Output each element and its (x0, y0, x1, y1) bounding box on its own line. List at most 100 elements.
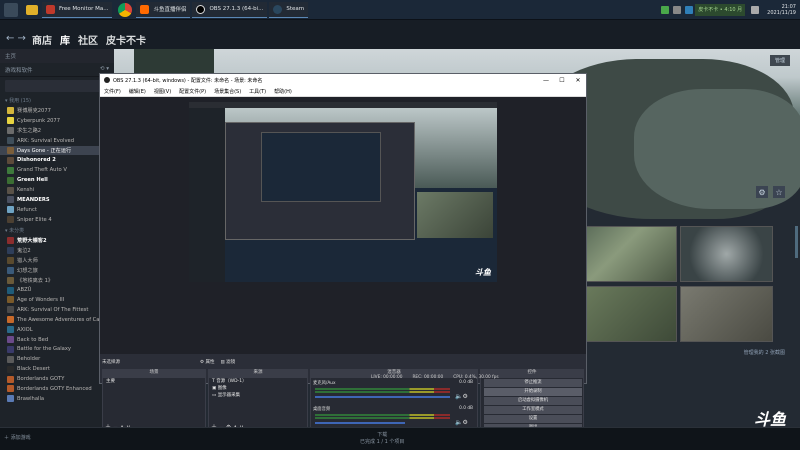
settings-button[interactable]: 设置 (484, 415, 582, 423)
game-name: ARK: Survival Of The Fittest (17, 306, 89, 313)
clock[interactable]: 21:07 2021/11/19 (767, 4, 796, 16)
obs-preview[interactable]: 斗鱼 (100, 97, 586, 354)
library-game-item[interactable]: ARK: Survival Of The Fittest (0, 305, 114, 315)
taskbar-app-douyu[interactable]: 斗鱼直播伴侣 (136, 1, 191, 18)
close-icon[interactable]: ✕ (570, 77, 586, 84)
library-game-item[interactable]: Brawlhalla (0, 394, 114, 404)
taskbar-app-steam[interactable]: Steam (269, 1, 309, 18)
collection-header-uncategorized[interactable]: ▾ 未分类 (0, 225, 114, 236)
add-game-button[interactable]: ＋ 添加游戏 (4, 434, 31, 441)
speaker-icon[interactable]: 🔈⚙ (455, 393, 468, 400)
game-thumb-icon (7, 316, 14, 324)
volume-icon[interactable] (751, 5, 760, 14)
library-game-item[interactable]: Battle for the Galaxy (0, 344, 114, 354)
chrome-icon[interactable] (118, 2, 133, 17)
volume-fader[interactable] (315, 422, 405, 424)
taskbar-app-monitor[interactable]: Free Monitor Ma... (42, 1, 113, 18)
taskbar-app-obs[interactable]: OBS 27.1.3 (64-bi... (192, 1, 268, 18)
library-game-item[interactable]: Cyberpunk 2077 (0, 116, 114, 126)
nav-library[interactable]: 库 (60, 32, 70, 47)
menu-tools[interactable]: 工具(T) (249, 88, 266, 95)
downloads-status[interactable]: 下载 已完成 1 / 1 个项目 (360, 431, 404, 445)
scene-item[interactable]: 主要 (103, 378, 205, 385)
virtual-camera-button[interactable]: 启动虚拟摄像机 (484, 397, 582, 405)
library-game-item[interactable]: Green Hell (0, 175, 114, 185)
nav-store[interactable]: 商店 (32, 32, 52, 47)
source-item[interactable]: ▭ 显示器采集 (209, 392, 307, 399)
menu-file[interactable]: 文件(F) (104, 88, 121, 95)
library-game-item[interactable]: 幻想之旅 (0, 265, 114, 275)
tray-green-icon[interactable] (661, 5, 670, 14)
library-game-item[interactable]: ABZÛ (0, 285, 114, 295)
library-game-item[interactable]: Black Desert (0, 364, 114, 374)
library-game-item[interactable]: ARK: Survival Evolved (0, 136, 114, 146)
library-game-item[interactable]: Borderlands GOTY (0, 374, 114, 384)
library-game-item[interactable]: Sniper Elite 4 (0, 215, 114, 225)
start-recording-button[interactable]: 开始录制 (484, 388, 582, 396)
settings-gear-icon[interactable]: ⚙ (756, 186, 768, 198)
game-thumb-icon (7, 306, 14, 314)
library-game-item[interactable]: 赛博朋克2077 (0, 106, 114, 116)
library-game-item[interactable]: Back to Bed (0, 335, 114, 345)
studio-mode-button[interactable]: 工作室模式 (484, 406, 582, 414)
source-item[interactable]: T 音源（WD-1） (209, 378, 307, 385)
minimize-icon[interactable]: — (538, 77, 554, 84)
library-filter[interactable]: 游戏和软件 ⟲ ▾ (0, 63, 114, 77)
tray-icon[interactable] (673, 5, 682, 14)
nav-community[interactable]: 社区 (78, 32, 98, 47)
nav-arrows[interactable]: ← → (6, 33, 26, 44)
volume-meter (315, 388, 450, 390)
menu-edit[interactable]: 编辑(E) (129, 88, 146, 95)
library-game-item[interactable]: Dishonored 2 (0, 155, 114, 165)
library-game-item[interactable]: AXIOL (0, 325, 114, 335)
favorite-star-icon[interactable]: ☆ (773, 186, 785, 198)
properties-button[interactable]: ⚙ 属性 (200, 359, 214, 365)
folder-icon[interactable] (26, 4, 38, 15)
screenshot-thumb[interactable] (680, 226, 773, 282)
status-live: LIVE: 00:00:00 (371, 374, 403, 380)
manage-button[interactable]: 管理 (770, 55, 791, 66)
library-game-item[interactable]: 荒野大镖客2 (0, 236, 114, 246)
screenshot-thumb[interactable] (584, 226, 677, 282)
steam-friends-mini[interactable]: 皮卡不卡 • 4:10 月 (695, 3, 746, 16)
library-game-item[interactable]: Beholder (0, 354, 114, 364)
tray-icon[interactable] (685, 5, 694, 14)
library-game-item[interactable]: Age of Wonders III (0, 295, 114, 305)
library-game-item[interactable]: Days Gone - 正在运行 (0, 145, 114, 156)
screenshot-thumb[interactable] (584, 286, 677, 342)
start-icon[interactable] (4, 2, 18, 17)
library-game-item[interactable]: The Awesome Adventures of Ca... (0, 315, 114, 325)
screenshots-manage-link[interactable]: 管理我的 2 张截图 (744, 349, 785, 356)
scrollbar[interactable] (795, 226, 798, 258)
filters-button[interactable]: ▥ 滤镜 (220, 359, 235, 365)
library-game-item[interactable]: 猎人大师 (0, 255, 114, 265)
library-search-input[interactable] (5, 80, 109, 92)
menu-profile[interactable]: 配置文件(P) (179, 88, 206, 95)
library-game-item[interactable]: 求生之路2 (0, 126, 114, 136)
library-game-item[interactable]: MEANDERS (0, 195, 114, 205)
library-game-item[interactable]: 鬼泣2 (0, 246, 114, 256)
volume-fader[interactable] (315, 396, 450, 398)
speaker-icon[interactable]: 🔈⚙ (455, 419, 468, 426)
screenshot-thumb[interactable] (680, 286, 773, 342)
source-label: 音源（WD-1） (216, 379, 247, 384)
obs-titlebar[interactable]: OBS 27.1.3 (64-bit, windows) - 配置文件: 未命名… (100, 74, 586, 86)
menu-scene-collection[interactable]: 场景集合(S) (214, 88, 241, 95)
library-game-item[interactable]: Refunct (0, 205, 114, 215)
downloads-subtitle: 已完成 1 / 1 个项目 (360, 439, 405, 445)
library-home[interactable]: 主页 (0, 49, 114, 63)
nav-profile[interactable]: 皮卡不卡 (106, 32, 146, 47)
collection-header-favorites[interactable]: ▾ 我用 (15) (0, 95, 114, 106)
audio-mixer-panel: 麦克风/Aux 0.0 dB 🔈⚙ 桌面音频 0.0 dB 🔈⚙ (310, 377, 478, 433)
game-thumb-icon (7, 266, 14, 274)
menu-view[interactable]: 视图(V) (154, 88, 171, 95)
library-game-item[interactable]: 《地铁离去 1》 (0, 275, 114, 285)
library-game-item[interactable]: Kenshi (0, 185, 114, 195)
library-game-item[interactable]: Grand Theft Auto V (0, 165, 114, 175)
maximize-icon[interactable]: ☐ (554, 77, 570, 84)
game-thumb-icon (7, 147, 14, 154)
menu-help[interactable]: 帮助(H) (274, 88, 292, 95)
source-item[interactable]: ▣ 图像 (209, 385, 307, 392)
capture-obs-inner (261, 132, 381, 202)
library-game-item[interactable]: Borderlands GOTY Enhanced (0, 384, 114, 394)
